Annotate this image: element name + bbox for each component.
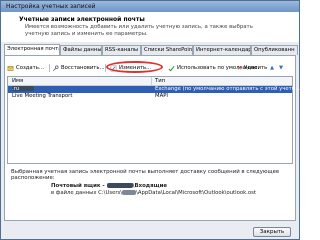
redacted-user [122,190,137,195]
accounts-list: Имя Тип .ru Exchange (по умолчанию отпра… [7,76,300,164]
delivery-folder-suffix: \Входящие [132,183,168,189]
tab-published[interactable]: Опубликованн [251,45,298,55]
delivery-folder: Почтовый ящик - \Входящие [51,183,167,189]
column-divider[interactable] [151,77,152,85]
delete-icon: ✕ [237,64,243,72]
list-header: Имя Тип [8,77,292,86]
create-label: Создать... [16,65,44,71]
tab-rss[interactable]: RSS-каналы [102,45,141,55]
header-title: Учетные записи электронной почты [19,16,145,23]
email-tab-panel: Создать... Восстановить... Изменить... И… [4,55,300,221]
data-file-path-suffix: \AppData\Local\Microsoft\Outlook\outlook… [136,190,256,196]
dialog-header: Учетные записи электронной почты Имеется… [1,12,299,42]
account-type: MAPI [155,93,168,99]
delivery-folder-label: Почтовый ящик - [51,183,105,189]
tab-internet-calendars[interactable]: Интернет-календари [193,45,251,55]
redacted-mailbox [106,183,133,188]
data-file-path: в файле данных C:\Users\ \AppData\Local\M… [51,190,256,196]
toolbar-separator [49,64,50,72]
create-button[interactable]: Создать... [7,63,44,73]
account-type: Exchange (по умолчанию отправлять с этой… [155,86,301,92]
window-title: Настройка учетных записей [6,3,96,10]
checkmark-icon [168,65,175,71]
header-description: Имеется возможность добавить или удалить… [25,24,253,37]
account-row-selected[interactable]: .ru Exchange (по умолчанию отправлять с … [8,86,300,93]
move-down-button[interactable]: ▼ [279,63,283,73]
restore-button[interactable]: Восстановить... [52,63,105,73]
close-button[interactable]: Закрыть [253,227,291,237]
tab-data-files[interactable]: Файлы данных [60,45,102,55]
move-up-button[interactable]: ▲ [270,63,274,73]
account-row[interactable]: Live Meeting Transport MAPI [8,93,292,100]
data-file-path-prefix: в файле данных C:\Users\ [51,190,123,196]
tab-strip: Электронная почта Файлы данных RSS-канал… [4,44,298,55]
account-settings-dialog: Настройка учетных записей Учетные записи… [0,0,300,240]
repair-icon [52,65,59,71]
column-type[interactable]: Тип [155,78,165,84]
arrow-down-icon: ▼ [279,65,284,71]
toolbar: Создать... Восстановить... Изменить... И… [7,61,293,73]
account-name: Live Meeting Transport [12,93,73,99]
tab-email[interactable]: Электронная почта [4,44,60,55]
delete-label: Удалить [244,65,268,71]
delivery-info-text: Выбранная учетная запись электронной поч… [11,169,280,181]
delete-button[interactable]: ✕ Удалить [237,63,267,73]
highlight-circle [106,61,163,73]
new-icon [7,65,14,71]
column-name[interactable]: Имя [12,78,23,84]
arrow-up-icon: ▲ [270,65,275,71]
tab-sharepoint[interactable]: Списки SharePoint [141,45,193,55]
restore-label: Восстановить... [61,65,105,71]
